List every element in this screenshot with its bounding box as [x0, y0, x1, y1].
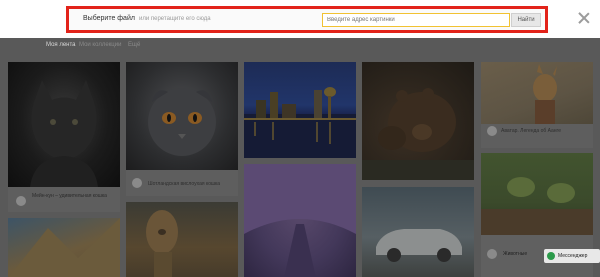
image-url-input[interactable] — [322, 13, 510, 27]
page: Выберите файл или перетащите его сюда На… — [0, 0, 600, 277]
card-caption: Аватар. Легенда об Аанге — [501, 128, 562, 134]
giraffe-image[interactable] — [126, 202, 238, 277]
bear-icon — [362, 88, 474, 180]
card-caption: Мейн-кун – удивительная кошка — [32, 193, 107, 199]
card-mountain[interactable] — [8, 218, 120, 277]
city-skyline-icon — [244, 87, 356, 158]
card-giraffe[interactable] — [126, 202, 238, 277]
lizard-icon — [481, 177, 593, 235]
maine-coon-image[interactable] — [8, 62, 120, 187]
jacaranda-image[interactable] — [244, 164, 356, 277]
tree-alley-icon — [244, 164, 356, 277]
tab-my-feed[interactable]: Моя лента — [46, 42, 76, 48]
avatar — [132, 178, 142, 188]
car-image[interactable] — [362, 187, 474, 277]
card-car[interactable] — [362, 187, 474, 277]
messenger-label: Мессенджер — [558, 253, 588, 259]
card-scottish-fold[interactable]: Шотландская вислоухая кошка — [126, 62, 238, 196]
card-caption: Шотландская вислоухая кошка — [148, 181, 221, 187]
tab-more[interactable]: Ещё — [128, 42, 140, 48]
mountain-icon — [8, 218, 120, 277]
close-icon[interactable] — [578, 12, 590, 24]
avatar — [487, 249, 497, 259]
cartoon-character-icon — [533, 64, 557, 124]
avatar — [16, 196, 26, 206]
upload-bar: Выберите файл или перетащите его сюда На… — [0, 0, 600, 38]
upload-panel-highlight: Выберите файл или перетащите его сюда На… — [66, 6, 548, 33]
drag-drop-hint: или перетащите его сюда — [139, 16, 211, 22]
giraffe-icon — [146, 210, 178, 277]
cat-face-icon — [148, 88, 216, 156]
mountain-image[interactable] — [8, 218, 120, 277]
messenger-button[interactable]: Мессенджер — [544, 249, 600, 263]
tab-my-collections[interactable]: Мои коллекции — [79, 42, 121, 48]
lizards-image[interactable] — [481, 153, 593, 235]
avatar — [487, 126, 497, 136]
car-icon — [376, 229, 462, 262]
night-city-image[interactable] — [244, 62, 356, 158]
card-jacaranda-alley[interactable] — [244, 164, 356, 277]
find-button[interactable]: Найти — [511, 13, 541, 27]
choose-file-button[interactable]: Выберите файл — [83, 15, 135, 22]
tag-animals[interactable]: Животные — [503, 251, 527, 257]
scottish-fold-image[interactable] — [126, 62, 238, 170]
messenger-icon — [547, 252, 555, 260]
card-avatar-legend[interactable]: Аватар. Легенда об Аанге — [481, 62, 593, 148]
card-maine-coon[interactable]: Мейн-кун – удивительная кошка — [8, 62, 120, 212]
cat-silhouette-icon — [30, 80, 98, 187]
card-night-city[interactable] — [244, 62, 356, 158]
bears-image[interactable] — [362, 62, 474, 180]
card-bears[interactable] — [362, 62, 474, 180]
avatar-cartoon-image[interactable] — [481, 62, 593, 124]
